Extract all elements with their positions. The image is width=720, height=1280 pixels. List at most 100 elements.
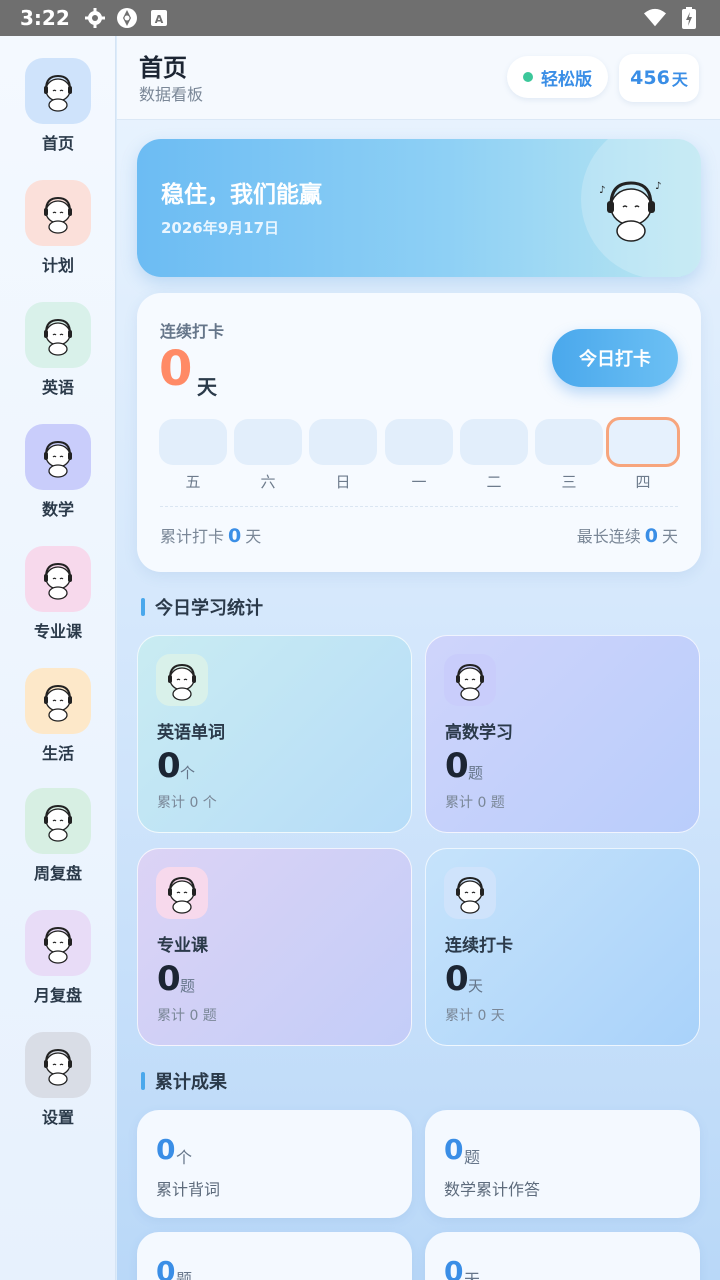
week-day-label: 四 xyxy=(635,473,651,491)
week-day-label: 三 xyxy=(561,473,577,491)
sidebar-item-label: 周复盘 xyxy=(33,864,82,883)
stat-total: 累计 0 题 xyxy=(157,1008,217,1024)
battery-icon xyxy=(678,7,700,29)
sidebar-item-label: 生活 xyxy=(41,744,74,763)
gear-icon xyxy=(84,7,106,29)
wifi-icon xyxy=(644,7,666,29)
achievement-unit: 题 xyxy=(464,1148,481,1167)
stat-value: 0 xyxy=(445,746,469,786)
cat-avatar-icon xyxy=(25,302,91,368)
achievement-label: 累计背词 xyxy=(156,1180,221,1199)
stat-card-streak[interactable]: 连续打卡 0 天累计 0 天 xyxy=(425,848,700,1046)
cat-avatar-icon xyxy=(25,668,91,734)
sidebar-item-label: 设置 xyxy=(41,1108,74,1127)
cat-avatar-icon xyxy=(25,180,91,246)
achievement-label: 数学累计作答 xyxy=(444,1180,541,1199)
week-day-label: 日 xyxy=(335,473,351,491)
sidebar-item-major[interactable]: 专业课 xyxy=(0,546,116,656)
mode-status-dot xyxy=(523,72,533,82)
achievement-unit: 题 xyxy=(176,1270,193,1280)
total-checkin-value: 0 xyxy=(228,525,242,547)
achievement-value: 0 xyxy=(444,1255,464,1280)
cat-headphones-icon: ♪ ♪ xyxy=(599,181,661,242)
section-title: 累计成果 xyxy=(155,1072,227,1093)
stat-card-calculus[interactable]: 高数学习 0 题累计 0 题 xyxy=(425,635,700,833)
cat-avatar-icon xyxy=(444,654,496,706)
stat-name: 专业课 xyxy=(157,936,208,956)
svg-text:A: A xyxy=(154,13,163,26)
achievement-value: 0 xyxy=(156,1133,176,1166)
countdown-days-badge[interactable]: 456 天 xyxy=(619,54,699,102)
app-icon xyxy=(116,7,138,29)
svg-text:♪: ♪ xyxy=(655,181,661,192)
longest-streak-label: 最长连续 xyxy=(576,527,641,546)
week-day-label: 一 xyxy=(411,473,427,491)
stat-total: 累计 0 题 xyxy=(445,795,505,811)
sidebar-item-label: 首页 xyxy=(41,134,74,153)
sidebar-item-plan[interactable]: 计划 xyxy=(0,180,116,290)
sidebar-item-label: 月复盘 xyxy=(33,986,82,1005)
week-day-cell xyxy=(385,419,453,465)
svg-text:♪: ♪ xyxy=(599,185,605,196)
stat-value: 0 xyxy=(445,959,469,999)
achievement-card[interactable]: 0天 xyxy=(425,1232,700,1280)
streak-value: 0 xyxy=(159,341,193,397)
week-day-label: 五 xyxy=(185,473,201,491)
achievement-card[interactable]: 0题 xyxy=(137,1232,412,1280)
sidebar-item-label: 数学 xyxy=(41,500,74,519)
main-content: 首页 数据看板 轻松版 456 天 稳住，我们能赢 2026年9月17日 ♪ ♪… xyxy=(117,36,720,1280)
stat-unit: 题 xyxy=(468,764,484,782)
stat-name: 连续打卡 xyxy=(445,936,513,956)
checkin-today-button[interactable]: 今日打卡 xyxy=(552,329,678,387)
motto-banner: 稳住，我们能赢 2026年9月17日 ♪ ♪ xyxy=(137,139,701,277)
sidebar-item-label: 计划 xyxy=(41,256,74,275)
section-today-stats: 今日学习统计 xyxy=(141,594,263,620)
achievement-value: 0 xyxy=(444,1133,464,1166)
stat-card-major-course[interactable]: 专业课 0 题累计 0 题 xyxy=(137,848,412,1046)
achievement-card[interactable]: 0 个累计背词 xyxy=(137,1110,412,1218)
sidebar-item-label: 英语 xyxy=(41,378,74,397)
sidebar-item-math[interactable]: 数学 xyxy=(0,424,116,534)
mode-badge[interactable]: 轻松版 xyxy=(507,56,608,98)
stat-card-english-words[interactable]: 英语单词 0 个累计 0 个 xyxy=(137,635,412,833)
cat-avatar-icon xyxy=(25,546,91,612)
week-day-cell xyxy=(234,419,302,465)
cat-avatar-icon xyxy=(156,654,208,706)
sidebar-item-weekly-review[interactable]: 周复盘 xyxy=(0,788,116,898)
sidebar-item-settings[interactable]: 设置 xyxy=(0,1032,116,1142)
status-bar: 3:22 A xyxy=(0,0,720,36)
stat-unit: 题 xyxy=(180,977,196,995)
stat-name: 英语单词 xyxy=(157,723,225,743)
streak-unit: 天 xyxy=(197,375,217,399)
week-day-cell-today xyxy=(606,417,680,467)
stat-value: 0 xyxy=(157,746,181,786)
stat-name: 高数学习 xyxy=(445,723,513,743)
achievement-card[interactable]: 0 题数学累计作答 xyxy=(425,1110,700,1218)
cat-avatar-icon xyxy=(25,424,91,490)
sidebar: 首页计划英语数学专业课生活周复盘月复盘设置 xyxy=(0,36,116,1280)
cat-avatar-icon xyxy=(25,910,91,976)
stat-total: 累计 0 天 xyxy=(445,1008,505,1024)
total-checkin: 累计打卡 0 天 xyxy=(160,523,261,547)
section-achievements: 累计成果 xyxy=(141,1068,227,1094)
cat-avatar-icon xyxy=(25,1032,91,1098)
achievement-unit: 个 xyxy=(176,1148,193,1167)
longest-streak-value: 0 xyxy=(644,525,658,547)
achievement-unit: 天 xyxy=(464,1270,481,1280)
sidebar-item-monthly-review[interactable]: 月复盘 xyxy=(0,910,116,1020)
sidebar-item-home[interactable]: 首页 xyxy=(0,58,116,168)
week-day-cell xyxy=(460,419,528,465)
total-checkin-unit: 天 xyxy=(245,527,262,546)
longest-streak: 最长连续 0 天 xyxy=(577,523,678,547)
status-time: 3:22 xyxy=(20,6,70,30)
achievement-value: 0 xyxy=(156,1255,176,1280)
motto-text: 稳住，我们能赢 xyxy=(161,182,322,208)
stat-total: 累计 0 个 xyxy=(157,795,217,811)
cat-avatar-icon xyxy=(444,867,496,919)
cat-avatar-icon xyxy=(25,788,91,854)
sidebar-item-life[interactable]: 生活 xyxy=(0,668,116,778)
countdown-days-unit: 天 xyxy=(671,70,688,89)
sidebar-item-english[interactable]: 英语 xyxy=(0,302,116,412)
page-header: 首页 数据看板 轻松版 456 天 xyxy=(117,36,720,120)
checkin-card: 连续打卡 0 天 今日打卡 五 六 日 一 二 三 四 累计打卡 0 天 最长连续 0… xyxy=(137,293,701,572)
